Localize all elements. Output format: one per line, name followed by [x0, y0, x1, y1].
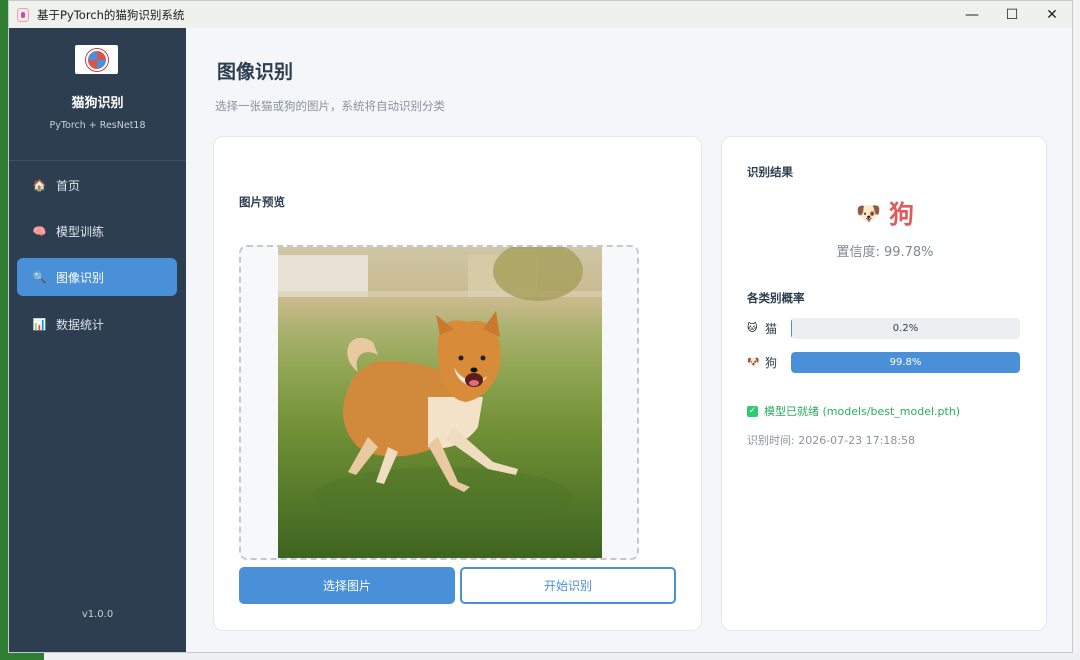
cat-face-icon: 🐱	[747, 322, 758, 334]
sidebar-item-label: 首页	[56, 178, 81, 193]
preview-label: 图片预览	[239, 195, 285, 209]
sidebar-item-home[interactable]: 🏠 首页	[17, 166, 177, 204]
desktop-background-right	[1073, 0, 1080, 660]
start-recognition-button[interactable]: 开始识别	[460, 567, 676, 604]
prob-label: 猫	[765, 321, 778, 336]
title-bar: 基于PyTorch的猫狗识别系统 — ☐ ✕	[9, 1, 1072, 28]
sidebar-brand: 猫狗识别	[71, 96, 124, 111]
sidebar-divider	[9, 160, 186, 161]
magnifier-icon: 🔍	[32, 270, 47, 284]
dog-face-icon: 🐶	[856, 201, 881, 225]
result-label: 狗	[888, 200, 914, 229]
desktop-background-bottom	[44, 652, 1080, 660]
app-icon	[17, 7, 29, 22]
window-controls: — ☐ ✕	[952, 1, 1072, 28]
dog-photo	[313, 311, 573, 527]
result-prediction: 🐶 狗	[722, 195, 1048, 231]
prob-bar-track: 99.8%	[791, 351, 1020, 373]
page-subtitle: 选择一张猫或狗的图片，系统将自动识别分类	[215, 99, 445, 113]
sidebar-item-label: 模型训练	[56, 224, 105, 239]
dog-face-icon: 🐶	[747, 356, 760, 368]
version-label: v1.0.0	[81, 609, 114, 620]
result-card: 识别结果 🐶 狗 置信度: 99.78% 各类别概率 🐱 猫 0.2% 🐶 狗	[721, 136, 1047, 631]
prob-bar-value: 0.2%	[892, 322, 919, 334]
logo-icon	[85, 48, 108, 71]
main-content: 图像识别 选择一张猫或狗的图片，系统将自动识别分类 图片预览 选择图片 开始识别…	[186, 28, 1072, 652]
home-icon: 🏠	[32, 178, 47, 192]
image-preview-area[interactable]	[239, 245, 639, 560]
window-title: 基于PyTorch的猫狗识别系统	[37, 7, 185, 22]
sidebar-item-data-statistics[interactable]: 📊 数据统计	[17, 305, 177, 343]
preview-card: 图片预览 选择图片 开始识别	[213, 136, 702, 631]
recognition-time: 识别时间: 2026-07-23 17:18:58	[747, 434, 916, 447]
brain-icon: 🧠	[32, 224, 47, 238]
prob-row-cat: 🐱 猫 0.2%	[747, 317, 1022, 339]
bar-chart-icon: 📊	[32, 317, 47, 331]
check-icon: ✓	[747, 405, 758, 417]
confidence-text: 置信度: 99.78%	[836, 245, 934, 260]
prob-label: 狗	[765, 355, 778, 370]
sidebar-subtitle: PyTorch + ResNet18	[49, 120, 146, 131]
probabilities-header: 各类别概率	[747, 291, 805, 305]
model-status-text: 模型已就绪 (models/best_model.pth)	[764, 405, 961, 418]
sidebar-item-label: 数据统计	[56, 317, 105, 332]
app-window: 基于PyTorch的猫狗识别系统 — ☐ ✕ 猫狗识别 PyTorch + Re…	[8, 0, 1073, 653]
result-header: 识别结果	[747, 165, 793, 179]
model-status: ✓ 模型已就绪 (models/best_model.pth)	[747, 403, 960, 419]
sidebar-item-image-recognition[interactable]: 🔍 图像识别	[17, 258, 177, 296]
preview-image	[278, 247, 602, 558]
sidebar: 猫狗识别 PyTorch + ResNet18 🏠 首页 🧠 模型训练 🔍 图像…	[9, 28, 186, 652]
prob-bar-value: 99.8%	[889, 356, 922, 368]
sidebar-item-model-training[interactable]: 🧠 模型训练	[17, 212, 177, 250]
prob-bar-track: 0.2%	[791, 317, 1020, 339]
minimize-button[interactable]: —	[952, 1, 992, 28]
prob-row-dog: 🐶 狗 99.8%	[747, 351, 1022, 373]
select-image-button[interactable]: 选择图片	[239, 567, 455, 604]
page-title: 图像识别	[217, 61, 294, 83]
sidebar-item-label: 图像识别	[56, 270, 105, 285]
close-button[interactable]: ✕	[1032, 1, 1072, 28]
maximize-button[interactable]: ☐	[992, 1, 1032, 28]
app-logo	[75, 45, 118, 74]
